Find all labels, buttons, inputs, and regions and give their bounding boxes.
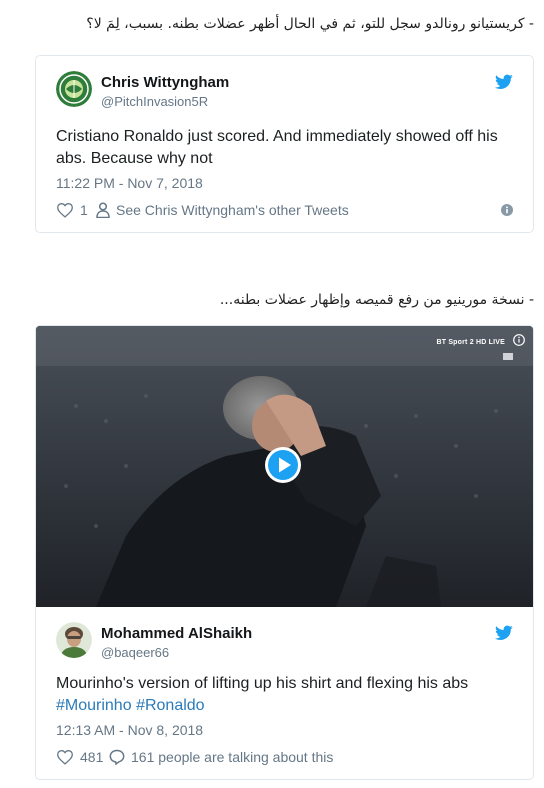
twitter-bird-icon[interactable] — [495, 74, 513, 90]
author-name[interactable]: Chris Wittyngham — [101, 74, 229, 91]
avatar[interactable] — [56, 71, 92, 107]
man-avatar-icon — [56, 622, 92, 658]
author-handle[interactable]: @PitchInvasion5R — [101, 94, 208, 109]
other-tweets-link[interactable]: See Chris Wittyngham's other Tweets — [96, 202, 349, 218]
tweet-timestamp[interactable]: 12:13 AM - Nov 8, 2018 — [56, 722, 203, 738]
twitter-bird-icon[interactable] — [495, 625, 513, 641]
talking-label: 161 people are talking about this — [131, 749, 334, 765]
like-button[interactable]: 481 — [56, 749, 103, 765]
tweet-header: Mohammed AlShaikh @baqeer66 — [36, 607, 533, 667]
tweet-actions: 1 See Chris Wittyngham's other Tweets — [56, 202, 513, 222]
author-handle[interactable]: @baqeer66 — [101, 645, 169, 660]
pitch-invasion-logo-icon — [56, 71, 92, 107]
broadcast-logo: BT Sport 2 HD LIVE — [436, 339, 505, 346]
speech-bubble-icon — [109, 749, 125, 765]
caption-ronaldo: - كريستيانو رونالدو سجل للتو، ثم في الحا… — [86, 16, 534, 32]
avatar[interactable] — [56, 622, 92, 658]
tweet-card-wittyngham[interactable]: Chris Wittyngham @PitchInvasion5R Cristi… — [35, 55, 534, 233]
tweet-header: Chris Wittyngham @PitchInvasion5R — [36, 56, 533, 116]
tweet-card-alshaikh[interactable]: BT Sport 2 HD LIVE Mohammed AlShaikh @ba… — [35, 325, 534, 780]
tweet-text-main: Mourinho's version of lifting up his shi… — [56, 675, 469, 692]
tweet-text: Mourinho's version of lifting up his shi… — [56, 673, 513, 717]
like-count: 1 — [80, 202, 88, 218]
other-tweets-label: See Chris Wittyngham's other Tweets — [116, 202, 349, 218]
author-name[interactable]: Mohammed AlShaikh — [101, 625, 252, 642]
tweet-timestamp[interactable]: 11:22 PM - Nov 7, 2018 — [56, 175, 203, 191]
tweet-actions: 481 161 people are talking about this — [56, 749, 513, 769]
hashtag-mourinho[interactable]: #Mourinho — [56, 697, 132, 714]
tweet-text: Cristiano Ronaldo just scored. And immed… — [56, 128, 498, 167]
video-player[interactable]: BT Sport 2 HD LIVE — [36, 326, 533, 607]
caption-box-icon[interactable] — [503, 353, 513, 360]
conversation-link[interactable]: 161 people are talking about this — [109, 749, 333, 765]
play-icon[interactable] — [264, 446, 302, 484]
heart-icon — [57, 750, 73, 765]
like-button[interactable]: 1 — [56, 202, 88, 218]
hashtag-ronaldo[interactable]: #Ronaldo — [136, 697, 205, 714]
caption-mourinho: - نسخة مورينيو من رفع قميصه وإظهار عضلات… — [219, 292, 534, 308]
info-icon[interactable] — [513, 334, 525, 346]
person-icon — [96, 202, 110, 218]
like-count: 481 — [80, 749, 104, 765]
heart-icon — [57, 203, 73, 218]
info-icon[interactable] — [501, 204, 513, 216]
